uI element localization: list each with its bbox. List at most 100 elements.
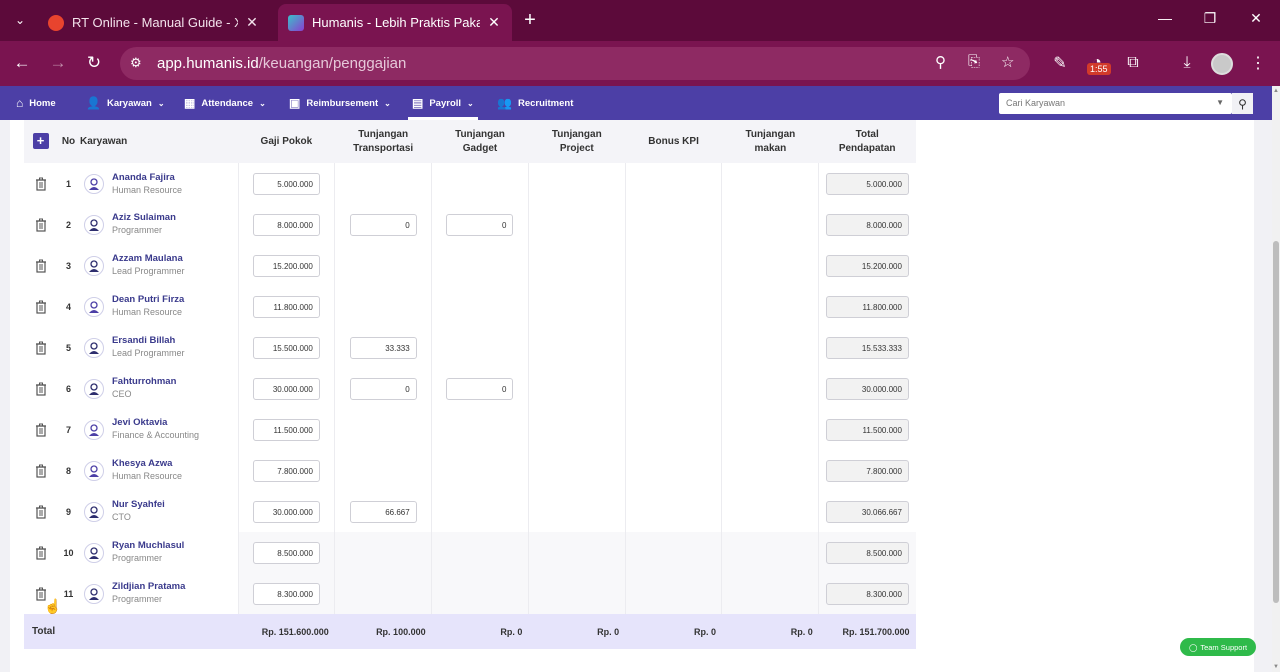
tunjangan-project-cell xyxy=(527,573,626,614)
nav-karyawan[interactable]: 👤 Karyawan ⌄ xyxy=(86,86,165,120)
nav-reimbursement[interactable]: ▣ Reimbursement ⌄ xyxy=(289,86,391,120)
tab-title: RT Online - Manual Guide - Xmi xyxy=(72,15,238,30)
employee-name[interactable]: Ananda Fajira xyxy=(112,172,182,184)
chrome-menu-icon[interactable]: ⋮ xyxy=(1246,51,1270,75)
nav-recruitment[interactable]: 👥 Recruitment xyxy=(497,86,573,120)
employee-name[interactable]: Ryan Muchlasul xyxy=(112,540,184,552)
add-row-button[interactable]: + xyxy=(32,133,49,149)
zoom-icon[interactable]: ⚲ xyxy=(935,53,946,71)
header-line: Tunjangan xyxy=(358,128,409,140)
tunjangan-transportasi-input[interactable]: 0 xyxy=(349,377,417,400)
employee-name[interactable]: Nur Syahfei xyxy=(112,499,165,511)
tunjangan-transportasi-input[interactable]: 66.667 xyxy=(349,500,417,523)
trash-icon[interactable] xyxy=(24,177,57,191)
gaji-pokok-input[interactable]: 30.000.000 xyxy=(252,500,320,523)
tunjangan-transportasi-input[interactable]: 33.333 xyxy=(349,336,417,359)
gaji-pokok-input[interactable]: 8.000.000 xyxy=(252,213,320,236)
header-tunjangan-project: Tunjangan Project xyxy=(528,120,625,163)
tab-search-icon[interactable]: ⌄ xyxy=(8,8,32,32)
nav-payroll[interactable]: ▤ Payroll ⌄ xyxy=(408,86,478,120)
employee-search-select[interactable]: Cari Karyawan ▼ xyxy=(999,93,1232,114)
forward-icon[interactable]: → xyxy=(46,51,70,75)
table-row: 8 Khesya Azwa Human Resource 7.800.000 7.800… xyxy=(24,450,916,491)
gaji-pokok-input[interactable]: 15.500.000 xyxy=(252,336,320,359)
url-text[interactable]: app.humanis.id/keuangan/penggajian xyxy=(157,55,406,72)
tunjangan-gadget-input[interactable]: 0 xyxy=(446,377,514,400)
tunjangan-makan-cell xyxy=(721,532,819,573)
gaji-pokok-input[interactable]: 11.800.000 xyxy=(252,295,320,318)
restore-icon[interactable]: ❐ xyxy=(1200,10,1220,27)
employee-name[interactable]: Dean Putri Firza xyxy=(112,294,184,306)
gaji-pokok-input[interactable]: 7.800.000 xyxy=(252,459,320,482)
totals-label: Total xyxy=(32,626,56,637)
trash-icon[interactable] xyxy=(24,505,57,519)
tunjangan-makan-cell xyxy=(721,327,819,368)
row-number: 5 xyxy=(65,342,71,353)
bonus-kpi-cell xyxy=(624,532,722,573)
employee-cell: Dean Putri Firza Human Resource xyxy=(80,286,238,327)
employee-avatar-icon xyxy=(84,542,104,563)
trash-icon[interactable] xyxy=(24,341,57,355)
close-window-icon[interactable]: ✕ xyxy=(1246,10,1266,27)
search-button[interactable]: ⚲ xyxy=(1232,93,1253,114)
total-pendapatan-field: 8.500.000 xyxy=(825,541,909,564)
gaji-pokok-cell: 8.500.000 xyxy=(237,532,335,573)
employee-name[interactable]: Zildjian Pratama xyxy=(112,581,185,593)
employee-name[interactable]: Khesya Azwa xyxy=(112,458,182,470)
extension-feather-icon[interactable]: ✎ xyxy=(1048,51,1072,75)
trash-icon[interactable] xyxy=(24,423,57,437)
bookmark-star-icon[interactable]: ☆ xyxy=(1001,53,1014,71)
trash-icon[interactable] xyxy=(24,382,57,396)
gaji-pokok-input[interactable]: 15.200.000 xyxy=(252,254,320,277)
employee-name[interactable]: Aziz Sulaiman xyxy=(112,212,176,224)
employee-name[interactable]: Azzam Maulana xyxy=(112,253,185,265)
close-tab-icon[interactable]: ✕ xyxy=(244,14,260,31)
gaji-pokok-input[interactable]: 8.300.000 xyxy=(252,582,320,605)
nav-attendance[interactable]: ▦ Attendance ⌄ xyxy=(184,86,266,120)
trash-icon[interactable] xyxy=(24,300,57,314)
profile-avatar-icon[interactable] xyxy=(1211,53,1233,75)
scrollbar-thumb[interactable] xyxy=(1273,241,1279,603)
back-icon[interactable]: ← xyxy=(10,51,34,75)
extensions-puzzle-icon[interactable]: ⧉ xyxy=(1121,51,1145,75)
tunjangan-transportasi-input[interactable]: 0 xyxy=(349,213,417,236)
browser-tab-humanis[interactable]: Humanis - Lebih Praktis Pakai H ✕ xyxy=(278,4,512,41)
gaji-pokok-input[interactable]: 5.000.000 xyxy=(252,173,320,195)
site-info-icon[interactable]: ⚙ xyxy=(130,55,142,71)
trash-icon[interactable] xyxy=(24,218,57,232)
header-no: No xyxy=(61,135,76,147)
trash-icon[interactable] xyxy=(24,546,57,560)
scroll-up-icon[interactable]: ▲ xyxy=(1272,88,1280,94)
trash-icon[interactable] xyxy=(24,259,57,273)
trash-icon[interactable] xyxy=(24,464,57,478)
new-tab-icon[interactable]: + xyxy=(518,8,542,32)
employee-name[interactable]: Fahturrohman xyxy=(112,376,176,388)
tunjangan-makan-cell xyxy=(721,573,819,614)
team-support-button[interactable]: ◯ Team Support xyxy=(1180,638,1256,656)
total-pendapatan-cell: 8.000.000 xyxy=(818,204,916,245)
downloads-icon[interactable]: ⤓ xyxy=(1175,51,1199,75)
gaji-pokok-input[interactable]: 30.000.000 xyxy=(252,377,320,400)
total-pendapatan-cell: 5.000.000 xyxy=(818,163,916,204)
address-bar[interactable]: ⚙ app.humanis.id/keuangan/penggajian ⚲ ⎘… xyxy=(120,47,1030,80)
employee-name[interactable]: Ersandi Billah xyxy=(112,335,185,347)
install-app-icon[interactable]: ⎘ xyxy=(968,53,980,70)
page-scrollbar[interactable]: ▲ ▼ xyxy=(1272,86,1280,672)
reload-icon[interactable]: ↻ xyxy=(82,51,106,75)
nav-home[interactable]: ⌂ Home xyxy=(16,86,56,120)
total-pendapatan-field: 11.500.000 xyxy=(825,418,909,441)
minimize-icon[interactable]: — xyxy=(1155,10,1175,26)
browser-tab-rt-online[interactable]: RT Online - Manual Guide - Xmi ✕ xyxy=(38,4,270,41)
employee-name[interactable]: Jevi Oktavia xyxy=(112,417,199,429)
tunjangan-gadget-input[interactable]: 0 xyxy=(446,213,514,236)
gaji-pokok-input[interactable]: 11.500.000 xyxy=(252,418,320,441)
total-pendapatan-field: 11.800.000 xyxy=(825,295,909,318)
tunjangan-gadget-cell xyxy=(431,245,529,286)
close-tab-icon[interactable]: ✕ xyxy=(486,14,502,31)
scroll-down-icon[interactable]: ▼ xyxy=(1272,664,1280,670)
gaji-pokok-cell: 15.200.000 xyxy=(237,245,335,286)
gaji-pokok-cell: 30.000.000 xyxy=(237,368,335,409)
gaji-pokok-input[interactable]: 8.500.000 xyxy=(252,541,320,564)
employee-department: Lead Programmer xyxy=(112,266,185,276)
delete-cell xyxy=(24,327,57,368)
